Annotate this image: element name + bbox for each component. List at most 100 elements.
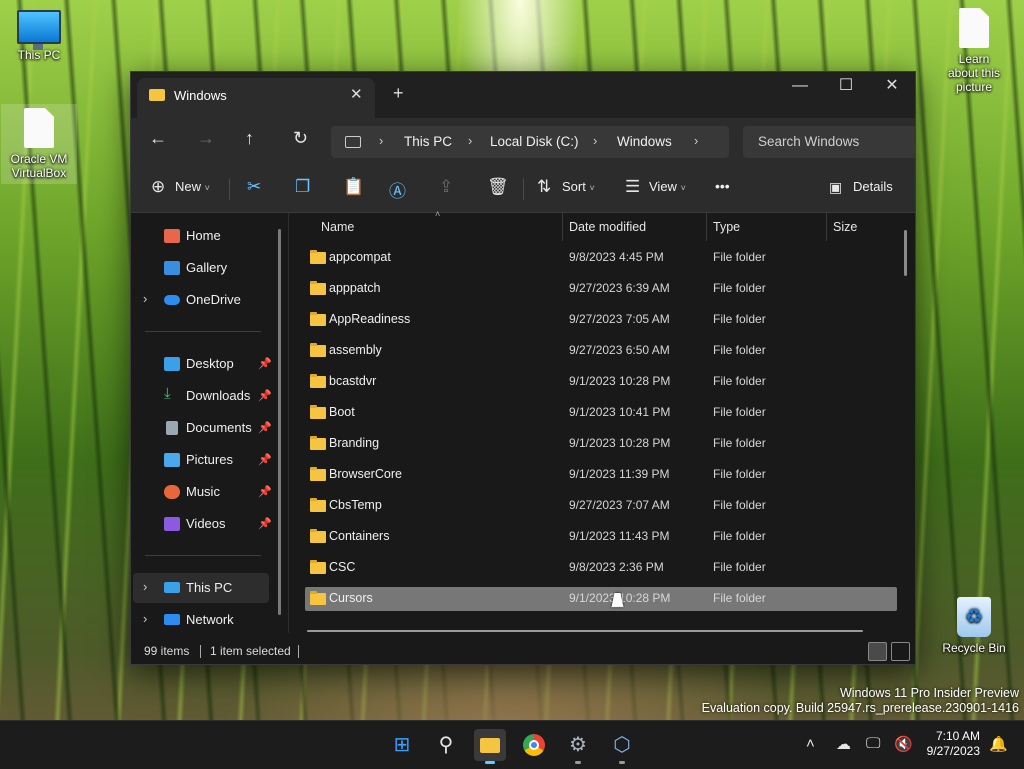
- desktop-icon-learn-picture[interactable]: Learn about this picture: [936, 8, 1012, 94]
- sidebar-item-downloads[interactable]: ⤓ Downloads 📌: [133, 381, 272, 411]
- copy-icon[interactable]: ❐: [295, 177, 310, 197]
- refresh-button[interactable]: ↻: [293, 128, 308, 149]
- tiles-view-toggle[interactable]: [891, 642, 910, 661]
- chevron-right-icon[interactable]: ›: [143, 579, 147, 594]
- breadcrumb-local-disk[interactable]: Local Disk (C:): [490, 134, 579, 149]
- divider: [298, 645, 299, 658]
- sort-icon: ⇅: [537, 177, 552, 196]
- taskbar-chrome[interactable]: [518, 729, 550, 761]
- tab-windows[interactable]: Windows ✕: [137, 78, 375, 118]
- table-row[interactable]: apppatch 9/27/2023 6:39 AM File folder: [305, 277, 897, 301]
- new-tab-button[interactable]: +: [393, 83, 404, 104]
- chrome-center: [529, 740, 539, 750]
- file-name: Containers: [329, 529, 390, 543]
- chevron-up-icon[interactable]: ˄: [806, 735, 815, 752]
- chevron-right-icon[interactable]: ›: [143, 611, 147, 626]
- sidebar-item-onedrive[interactable]: › OneDrive: [133, 285, 269, 315]
- breadcrumb[interactable]: › This PC › Local Disk (C:) › Windows ›: [331, 126, 729, 158]
- table-row[interactable]: assembly 9/27/2023 6:50 AM File folder: [305, 339, 897, 363]
- sidebar-item-label: Gallery: [186, 260, 228, 275]
- more-options-button[interactable]: •••: [715, 178, 730, 194]
- file-name: Cursors: [329, 591, 373, 605]
- table-row[interactable]: Branding 9/1/2023 10:28 PM File folder: [305, 432, 897, 456]
- sidebar-item-documents[interactable]: Documents 📌: [133, 413, 272, 443]
- forward-button[interactable]: →: [197, 128, 215, 149]
- file-date: 9/1/2023 11:39 PM: [569, 467, 670, 481]
- volume-muted-icon[interactable]: 🔇: [894, 735, 913, 753]
- sidebar-item-music[interactable]: Music 📌: [133, 477, 272, 507]
- tab-close-button[interactable]: ✕: [350, 85, 363, 103]
- view-button[interactable]: View ˅: [649, 179, 686, 194]
- cut-icon[interactable]: ✂: [247, 177, 261, 197]
- taskbar-file-explorer[interactable]: [474, 729, 506, 764]
- details-button[interactable]: Details: [853, 179, 893, 194]
- table-row[interactable]: Boot 9/1/2023 10:41 PM File folder: [305, 401, 897, 425]
- table-row[interactable]: appcompat 9/8/2023 4:45 PM File folder: [305, 246, 897, 270]
- taskbar-settings[interactable]: ⚙: [562, 729, 594, 764]
- breadcrumb-this-pc[interactable]: This PC: [404, 134, 452, 149]
- search-input[interactable]: Search Windows: [743, 126, 915, 158]
- column-name[interactable]: Name: [321, 220, 354, 234]
- table-row[interactable]: bcastdvr 9/1/2023 10:28 PM File folder: [305, 370, 897, 394]
- up-button[interactable]: ↑: [245, 128, 254, 149]
- pin-icon[interactable]: 📌: [258, 357, 272, 370]
- search-button[interactable]: ⚲: [430, 729, 462, 761]
- column-divider[interactable]: [562, 213, 563, 241]
- notification-bell-icon[interactable]: 🔔: [989, 735, 1008, 753]
- rename-icon[interactable]: Ⓐ: [389, 177, 406, 202]
- maximize-button[interactable]: ☐: [823, 72, 869, 104]
- vertical-scrollbar[interactable]: [904, 230, 907, 276]
- sort-label: Sort: [562, 179, 586, 194]
- desktop-icon-virtualbox[interactable]: Oracle VM VirtualBox: [1, 104, 77, 184]
- file-type: File folder: [713, 560, 766, 574]
- minimize-button[interactable]: —: [777, 72, 823, 104]
- file-name: assembly: [329, 343, 382, 357]
- pane-divider[interactable]: [288, 213, 289, 633]
- clock[interactable]: 7:10 AM 9/27/2023: [918, 729, 980, 759]
- pin-icon[interactable]: 📌: [258, 517, 272, 530]
- close-button[interactable]: ✕: [869, 72, 915, 104]
- column-date-modified[interactable]: Date modified: [569, 220, 646, 234]
- share-icon[interactable]: ⇪: [439, 177, 453, 197]
- breadcrumb-windows[interactable]: Windows: [617, 134, 672, 149]
- sidebar-item-pictures[interactable]: Pictures 📌: [133, 445, 272, 475]
- details-view-toggle[interactable]: [868, 642, 887, 661]
- paste-icon[interactable]: 📋: [343, 177, 364, 197]
- table-row[interactable]: CbsTemp 9/27/2023 7:07 AM File folder: [305, 494, 897, 518]
- pin-icon[interactable]: 📌: [258, 421, 272, 434]
- sidebar-item-home[interactable]: Home: [133, 221, 269, 251]
- sidebar-item-network[interactable]: › Network: [133, 605, 269, 635]
- table-row[interactable]: CSC 9/8/2023 2:36 PM File folder: [305, 556, 897, 580]
- pin-icon[interactable]: 📌: [258, 453, 272, 466]
- sidebar-item-this-pc[interactable]: › This PC: [133, 573, 269, 603]
- desktop-icon-recycle-bin[interactable]: ♻ Recycle Bin: [936, 597, 1012, 655]
- network-icon[interactable]: 🖵: [866, 735, 880, 752]
- column-divider[interactable]: [826, 213, 827, 241]
- sidebar-item-label: Home: [186, 228, 221, 243]
- onedrive-icon[interactable]: ☁: [836, 735, 851, 753]
- horizontal-scrollbar[interactable]: [307, 630, 863, 632]
- delete-icon[interactable]: 🗑: [487, 177, 509, 197]
- navigation-scrollbar[interactable]: [278, 229, 281, 615]
- sidebar-item-videos[interactable]: Videos 📌: [133, 509, 272, 539]
- table-row-selected[interactable]: Cursors 9/1/2023 10:28 PM File folder: [305, 587, 897, 611]
- folder-icon: [310, 498, 326, 512]
- pin-icon[interactable]: 📌: [258, 389, 272, 402]
- taskbar-virtualbox[interactable]: ⬡: [606, 729, 638, 764]
- column-type[interactable]: Type: [713, 220, 740, 234]
- sort-arrow-icon: ˄: [435, 209, 441, 219]
- sidebar-item-gallery[interactable]: Gallery: [133, 253, 269, 283]
- chevron-right-icon[interactable]: ›: [143, 291, 147, 306]
- column-size[interactable]: Size: [833, 220, 857, 234]
- table-row[interactable]: Containers 9/1/2023 11:43 PM File folder: [305, 525, 897, 549]
- pin-icon[interactable]: 📌: [258, 485, 272, 498]
- table-row[interactable]: AppReadiness 9/27/2023 7:05 AM File fold…: [305, 308, 897, 332]
- sort-button[interactable]: Sort ˅: [562, 179, 595, 194]
- back-button[interactable]: ←: [149, 128, 167, 149]
- start-button[interactable]: ⊞: [386, 729, 418, 761]
- desktop-icon-this-pc[interactable]: This PC: [1, 10, 77, 62]
- new-button[interactable]: New ˅: [175, 179, 210, 194]
- column-divider[interactable]: [706, 213, 707, 241]
- sidebar-item-desktop[interactable]: Desktop 📌: [133, 349, 272, 379]
- table-row[interactable]: BrowserCore 9/1/2023 11:39 PM File folde…: [305, 463, 897, 487]
